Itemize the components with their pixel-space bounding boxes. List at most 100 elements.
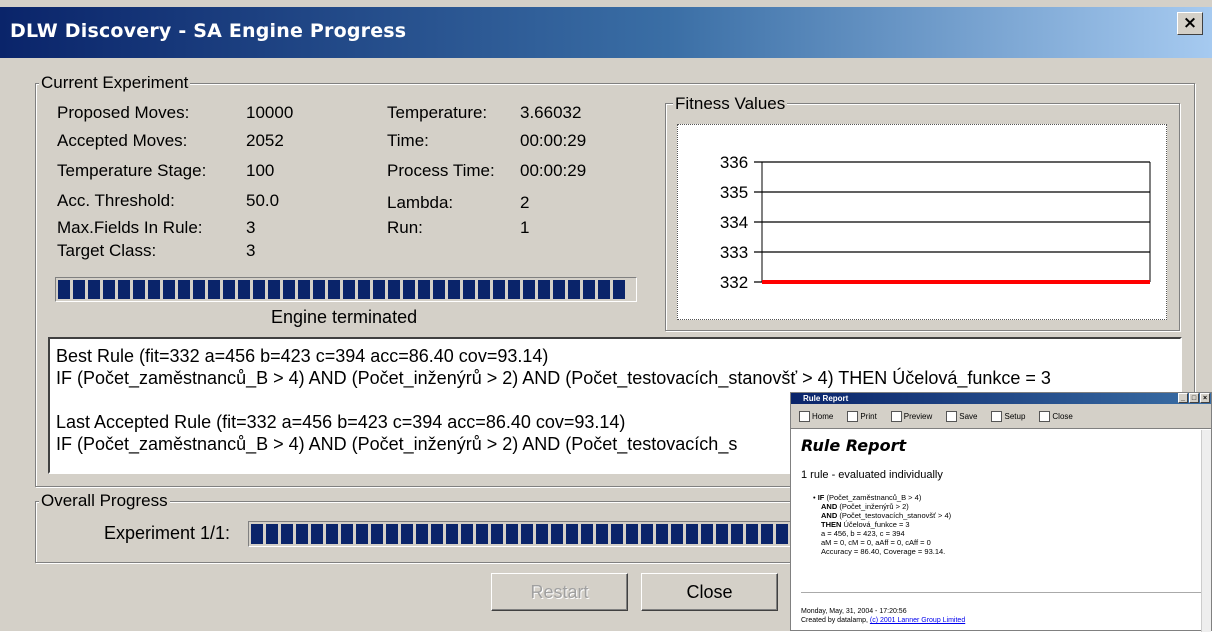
toolbar-preview-button[interactable]: Preview — [890, 410, 932, 422]
progress-block — [478, 280, 490, 299]
progress-block — [433, 280, 445, 299]
progress-block — [463, 280, 475, 299]
field-value: 100 — [246, 161, 275, 180]
progress-block — [358, 280, 370, 299]
progress-block — [208, 280, 220, 299]
y-tick-label: 333 — [720, 243, 748, 262]
progress-block — [596, 524, 608, 544]
field-label: Proposed Moves: — [57, 103, 190, 122]
progress-block — [626, 524, 638, 544]
progress-block — [613, 280, 625, 299]
progress-block — [88, 280, 100, 299]
y-tick-label: 332 — [720, 273, 748, 292]
progress-block — [58, 280, 70, 299]
rule-text-line: Best Rule (fit=332 a=456 b=423 c=394 acc… — [56, 346, 549, 366]
progress-block — [253, 280, 265, 299]
rule-report-line: aM = 0, cM = 0, aAff = 0, cAff = 0 — [821, 538, 1203, 547]
rule-line-text: (Počet_zaměstnanců_B > 4) — [824, 493, 922, 502]
fitness-chart-svg: 336 335 334 333 332 — [720, 153, 1151, 292]
progress-block — [641, 524, 653, 544]
progress-block — [446, 524, 458, 544]
progress-block — [313, 280, 325, 299]
progress-block — [448, 280, 460, 299]
rule-report-line: THEN Účelová_funkce = 3 — [821, 520, 1203, 529]
rule-keyword: AND — [821, 511, 838, 520]
rule-report-title: Rule Report — [803, 394, 849, 403]
created-by-text: Created by datalamp, — [801, 617, 868, 624]
field-label: Temperature: — [387, 103, 488, 122]
rule-text-line: IF (Počet_zaměstnanců_B > 4) AND (Počet_… — [56, 368, 1051, 388]
progress-block — [568, 280, 580, 299]
progress-block — [386, 524, 398, 544]
rule-report-scrollbar[interactable] — [1201, 430, 1211, 632]
field-label: Run: — [387, 218, 423, 237]
field-label: Temperature Stage: — [57, 161, 207, 180]
setup-icon — [991, 410, 1003, 422]
preview-icon — [890, 410, 902, 422]
progress-block — [553, 280, 565, 299]
fitness-chart: 336 335 334 333 332 — [677, 124, 1167, 320]
progress-block — [701, 524, 713, 544]
progress-block — [193, 280, 205, 299]
progress-block — [283, 280, 295, 299]
engine-status-text: Engine terminated — [271, 307, 418, 327]
progress-block — [223, 280, 235, 299]
rule-line-text: Účelová_funkce = 3 — [841, 520, 910, 529]
field-value: 2 — [520, 193, 530, 212]
minimize-icon[interactable]: _ — [1178, 393, 1188, 403]
progress-block — [371, 524, 383, 544]
progress-block — [328, 280, 340, 299]
toolbar-home-button[interactable]: Home — [799, 410, 834, 422]
field-label: Target Class: — [57, 241, 157, 260]
progress-block — [761, 524, 773, 544]
progress-block — [521, 524, 533, 544]
toolbar-label: Home — [812, 411, 834, 421]
field-value: 00:00:29 — [520, 161, 587, 180]
progress-block — [296, 524, 308, 544]
progress-block — [311, 524, 323, 544]
progress-block — [163, 280, 175, 299]
progress-block — [403, 280, 415, 299]
rule-report-line: AND (Počet_testovacích_stanovšť > 4) — [821, 511, 1203, 520]
rule-report-title-bar: Rule Report _ □ × — [791, 393, 1211, 404]
field-label: Max.Fields In Rule: — [57, 218, 203, 237]
progress-block — [416, 524, 428, 544]
y-tick-label: 336 — [720, 153, 748, 172]
rule-line-text: Accuracy = 86.40, Coverage = 93.14. — [821, 547, 946, 556]
home-icon — [799, 410, 810, 422]
progress-block — [281, 524, 293, 544]
progress-block — [373, 280, 385, 299]
progress-block — [566, 524, 578, 544]
toolbar-save-button[interactable]: Save — [946, 410, 977, 422]
progress-block — [118, 280, 130, 299]
close-window-button[interactable]: × — [1177, 12, 1203, 35]
progress-block — [671, 524, 683, 544]
progress-block — [431, 524, 443, 544]
y-tick-label: 335 — [720, 183, 748, 202]
field-label: Lambda: — [387, 193, 454, 212]
progress-block — [461, 524, 473, 544]
progress-block — [746, 524, 758, 544]
fitness-values-label: Fitness Values — [673, 94, 788, 114]
close-icon[interactable]: × — [1200, 393, 1210, 403]
close-button[interactable]: Close — [641, 573, 778, 611]
toolbar-label: Setup — [1004, 411, 1026, 421]
progress-block — [508, 280, 520, 299]
lanner-link[interactable]: (c) 2001 Lanner Group Limited — [870, 617, 965, 624]
rule-keyword: THEN — [821, 520, 842, 529]
toolbar-setup-button[interactable]: Setup — [991, 410, 1026, 422]
overall-progress-label: Overall Progress — [39, 491, 170, 511]
field-value: 50.0 — [246, 191, 280, 210]
toolbar-print-button[interactable]: Print — [847, 410, 877, 422]
progress-block — [103, 280, 115, 299]
field-value: 3 — [246, 241, 256, 260]
maximize-icon[interactable]: □ — [1189, 393, 1199, 403]
progress-block — [298, 280, 310, 299]
progress-block — [343, 280, 355, 299]
restart-button[interactable]: Restart — [491, 573, 628, 611]
rule-report-body: Rule Report 1 rule - evaluated individua… — [791, 430, 1203, 632]
rule-report-line: a = 456, b = 423, c = 394 — [821, 529, 1203, 538]
toolbar-close-button[interactable]: Close — [1039, 410, 1073, 422]
rule-report-divider — [801, 592, 1201, 593]
rule-line-text: (Počet_inženýrů > 2) — [837, 502, 909, 511]
